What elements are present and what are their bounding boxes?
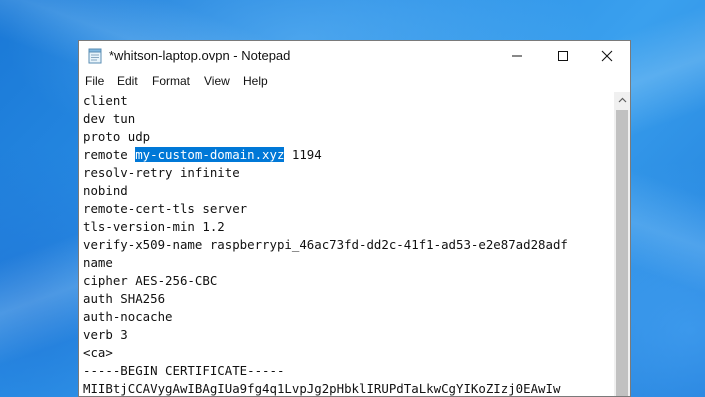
editor-line: MIIBtjCCAVygAwIBAgIUa9fg4q1LvpJg2pHbklIR… [83,381,561,396]
scroll-up-button[interactable] [614,92,630,108]
menu-help[interactable]: Help [243,74,268,88]
menu-file[interactable]: File [85,74,104,88]
close-icon [601,50,613,62]
editor-line: cipher AES-256-CBC [83,273,218,288]
editor-line: verify-x509-name raspberrypi_46ac73fd-dd… [83,237,568,252]
title-bar[interactable]: *whitson-laptop.ovpn - Notepad [79,41,630,71]
notepad-icon [88,48,102,64]
scrollbar-thumb[interactable] [616,110,628,396]
remote-port: 1194 [284,147,322,162]
maximize-button[interactable] [540,41,586,71]
editor-line: dev tun [83,111,136,126]
editor-line: verb 3 [83,327,128,342]
menu-view[interactable]: View [204,74,230,88]
editor-line: auth SHA256 [83,291,166,306]
close-button[interactable] [584,41,630,71]
editor-line: <ca> [83,345,113,360]
editor-line: -----BEGIN CERTIFICATE----- [83,363,285,378]
window-title: *whitson-laptop.ovpn - Notepad [109,48,291,63]
vertical-scrollbar[interactable] [614,92,630,396]
editor-line: nobind [83,183,128,198]
text-editor[interactable]: client dev tun proto udp remote my-custo… [79,92,614,396]
editor-line-remote: remote my-custom-domain.xyz 1194 [83,146,322,164]
minimize-button[interactable] [494,41,540,71]
editor-line: name [83,255,113,270]
editor-line: client [83,93,128,108]
minimize-icon [512,55,522,57]
remote-keyword: remote [83,147,136,162]
maximize-icon [558,51,568,61]
menu-bar: File Edit Format View Help [79,71,630,91]
editor-line: tls-version-min 1.2 [83,219,225,234]
chevron-up-icon [618,97,626,103]
notepad-window: *whitson-laptop.ovpn - Notepad File Edit… [78,40,631,397]
editor-line: remote-cert-tls server [83,201,248,216]
editor-line: resolv-retry infinite [83,165,240,180]
menu-edit[interactable]: Edit [117,74,138,88]
editor-line: proto udp [83,129,151,144]
selected-text[interactable]: my-custom-domain.xyz [135,147,285,162]
menu-format[interactable]: Format [152,74,190,88]
editor-line: auth-nocache [83,309,173,324]
